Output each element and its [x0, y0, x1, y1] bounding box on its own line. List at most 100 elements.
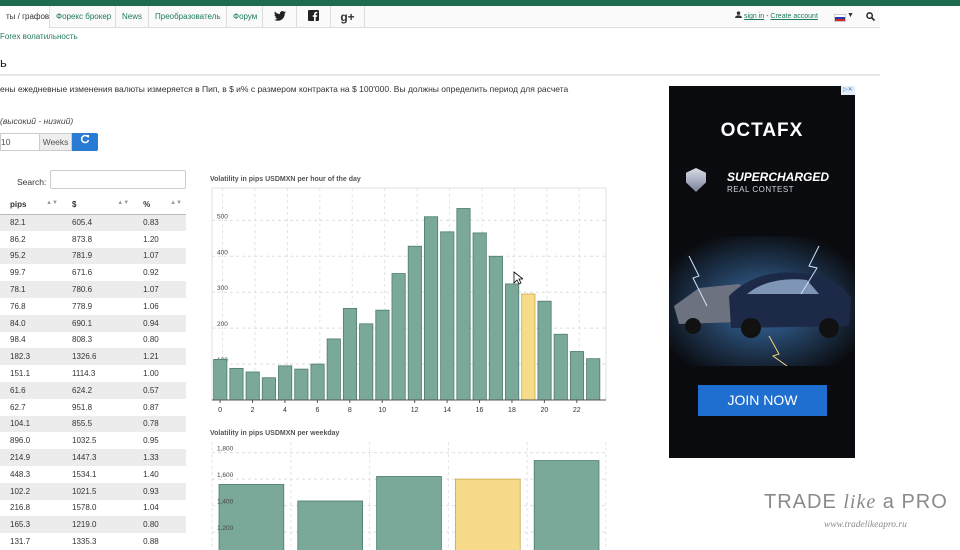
user-icon [735, 11, 742, 18]
usd-cell: 951.8 [72, 402, 93, 412]
pips-cell: 82.1 [0, 214, 62, 231]
x-tick-label: 2 [251, 407, 255, 414]
percent-cell: 0.95 [143, 436, 159, 446]
hour-bar[interactable] [424, 216, 439, 401]
pips-cell: 95.2 [0, 247, 62, 265]
table-row: 62.7 951.8 0.87 [0, 399, 186, 416]
x-tick-label: 22 [573, 407, 581, 414]
weekday-bar-highlighted[interactable] [454, 478, 521, 550]
hour-bar[interactable] [213, 358, 228, 401]
breadcrumb[interactable]: Forex волатильность [0, 32, 78, 41]
usd-cell: 855.5 [62, 415, 134, 433]
y-tick-label: 1,400 [217, 499, 234, 506]
weekday-bar[interactable] [297, 500, 364, 550]
x-tick-label: 18 [508, 407, 516, 414]
pips-cell: 76.8 [10, 301, 26, 311]
table-row: 448.3 1534.1 1.40 [0, 466, 186, 483]
volatility-table: pips ▲▼ $ ▲▼ % ▲▼ 82.1 605.4 0.83 86.2 873.8 1.2… [0, 196, 186, 550]
table-row: 86.2 873.8 1.20 [0, 231, 186, 248]
weekday-bar[interactable] [533, 460, 600, 550]
hour-bar[interactable] [407, 245, 422, 401]
create-account-link[interactable]: Create account [770, 13, 817, 20]
hour-bar[interactable] [261, 377, 276, 401]
percent-cell: 1.04 [143, 503, 159, 513]
pips-cell: 86.2 [10, 234, 26, 244]
y-tick-label: 500 [217, 213, 228, 220]
usd-cell: 690.1 [62, 314, 134, 332]
percent-cell: 0.80 [133, 516, 186, 534]
usd-cell: 624.2 [62, 381, 134, 399]
percent-cell: 1.07 [133, 247, 186, 265]
table-row: 82.1 605.4 0.83 [0, 214, 186, 231]
usd-cell: 1335.3 [72, 537, 97, 547]
facebook-icon[interactable] [297, 6, 331, 28]
chevron-down-icon[interactable]: ▼ [847, 12, 854, 19]
pips-cell: 131.7 [10, 537, 31, 547]
twitter-icon[interactable] [263, 6, 297, 28]
usd-cell: 780.6 [62, 281, 134, 298]
x-tick-label: 20 [540, 407, 548, 414]
tab-charts[interactable]: ты / графов [0, 6, 50, 28]
ad-subline: REAL CONTEST [727, 185, 795, 194]
search-icon[interactable] [866, 12, 875, 21]
hour-bar[interactable] [440, 231, 455, 401]
weekday-bar[interactable] [376, 476, 442, 550]
hour-bar[interactable] [505, 283, 520, 401]
hour-bar[interactable] [537, 300, 552, 401]
hour-bar[interactable] [342, 307, 358, 401]
google-plus-icon[interactable]: g+ [331, 6, 365, 28]
column-header-pips[interactable]: pips ▲▼ [0, 196, 62, 215]
weekday-bar[interactable] [218, 484, 285, 550]
hour-bar[interactable] [294, 368, 309, 401]
octafx-ad[interactable]: ▷✕ OCTAFX SUPERCHARGED REAL CONTEST JOIN… [669, 86, 855, 458]
hour-bar[interactable] [375, 309, 390, 401]
hour-bar[interactable] [456, 208, 471, 401]
tab-forum[interactable]: Форум [227, 6, 263, 28]
hour-bar[interactable] [245, 371, 260, 401]
percent-cell: 1.21 [133, 348, 186, 366]
hour-bar[interactable] [472, 232, 487, 401]
column-header-usd[interactable]: $ ▲▼ [62, 196, 134, 215]
hour-bar[interactable] [391, 273, 406, 401]
hour-bar[interactable] [569, 351, 585, 401]
table-row: 99.7 671.6 0.92 [0, 264, 186, 281]
hour-bar[interactable] [278, 365, 293, 401]
column-header-percent[interactable]: % ▲▼ [133, 196, 186, 215]
hourly-chart-title: Volatility in pips USDMXN per hour of th… [210, 176, 361, 183]
join-now-button[interactable]: JOIN NOW [698, 385, 827, 416]
usd-cell: 671.6 [72, 268, 93, 278]
hour-bar-highlighted[interactable] [521, 293, 536, 401]
hour-bar[interactable] [586, 358, 601, 401]
hour-bar[interactable] [326, 338, 341, 401]
table-row: 76.8 778.9 1.06 [0, 298, 186, 315]
table-row: 151.1 1114.3 1.00 [0, 365, 186, 382]
hour-bar[interactable] [229, 367, 244, 401]
table-row: 131.7 1335.3 0.88 [0, 533, 186, 550]
percent-cell: 0.93 [133, 482, 186, 500]
pips-cell: 62.7 [10, 402, 26, 412]
ad-headline: SUPERCHARGED [727, 170, 830, 184]
hour-bar[interactable] [359, 323, 374, 401]
period-unit-label: Weeks [40, 133, 72, 151]
hour-bar[interactable] [553, 333, 568, 401]
tab-converter[interactable]: Преобразователь [149, 6, 227, 28]
ad-logo: OCTAFX [720, 120, 804, 141]
hour-bar[interactable] [310, 363, 325, 401]
hour-bar[interactable] [488, 255, 503, 401]
table-row: 78.1 780.6 1.07 [0, 281, 186, 298]
table-search-input[interactable] [50, 170, 186, 189]
contest-shield-icon [686, 168, 706, 192]
period-input[interactable]: 10 [0, 133, 40, 151]
sign-in-link[interactable]: sign in [744, 13, 764, 20]
ad-info-icon[interactable]: ▷✕ [841, 86, 855, 95]
language-flag-icon[interactable] [834, 14, 846, 22]
percent-cell: 1.06 [143, 301, 159, 311]
tab-news[interactable]: News [116, 6, 149, 28]
tab-forex-broker[interactable]: Форекс брокер [50, 6, 116, 28]
refresh-button[interactable] [72, 133, 98, 151]
watermark-brand: TRADE like a PRO [764, 491, 948, 513]
x-tick-label: 14 [443, 407, 451, 414]
usd-cell: 1534.1 [72, 469, 97, 479]
pips-cell: 102.2 [0, 482, 62, 500]
pips-cell: 151.1 [10, 369, 31, 379]
